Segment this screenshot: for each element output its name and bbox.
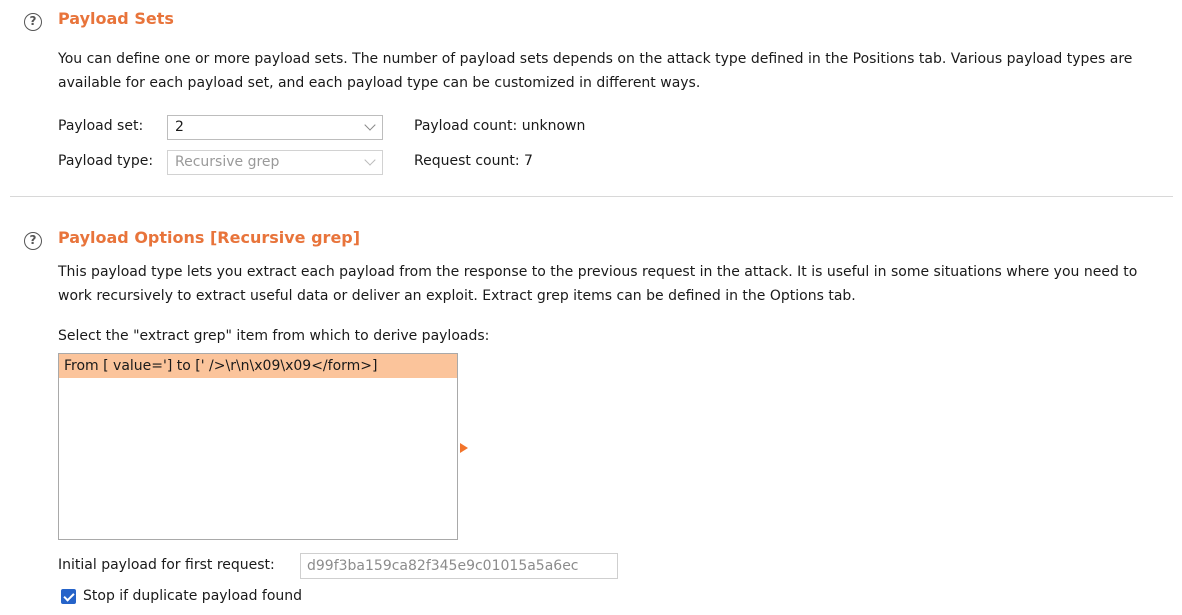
chevron-down-icon bbox=[364, 119, 376, 131]
payload-count: Payload count: unknown bbox=[414, 118, 586, 134]
stop-duplicate-label: Stop if duplicate payload found bbox=[83, 588, 303, 604]
request-count: Request count: 7 bbox=[414, 153, 533, 169]
payload-set-select[interactable]: 2 bbox=[167, 115, 383, 140]
payload-set-label: Payload set: bbox=[58, 118, 144, 134]
extract-grep-label: Select the "extract grep" item from whic… bbox=[58, 328, 490, 344]
help-icon[interactable]: ? bbox=[24, 13, 42, 31]
payload-sets-description: You can define one or more payload sets.… bbox=[58, 51, 1133, 91]
payload-type-value: Recursive grep bbox=[175, 154, 280, 170]
payload-type-select[interactable]: Recursive grep bbox=[167, 150, 383, 175]
payload-options-description: This payload type lets you extract each … bbox=[58, 264, 1138, 304]
payload-sets-title: Payload Sets bbox=[58, 9, 174, 28]
payload-set-value: 2 bbox=[175, 119, 184, 135]
initial-payload-input[interactable]: d99f3ba159ca82f345e9c01015a5a6ec bbox=[300, 553, 618, 579]
chevron-down-icon bbox=[364, 154, 376, 166]
initial-payload-label: Initial payload for first request: bbox=[58, 557, 275, 573]
extract-grep-list[interactable]: From [ value='] to [' />\r\n\x09\x09</fo… bbox=[58, 353, 458, 540]
help-icon[interactable]: ? bbox=[24, 232, 42, 250]
payload-type-label: Payload type: bbox=[58, 153, 154, 169]
expand-arrow-icon[interactable] bbox=[460, 443, 468, 453]
section-divider bbox=[10, 196, 1173, 197]
list-item[interactable]: From [ value='] to [' />\r\n\x09\x09</fo… bbox=[59, 354, 457, 378]
stop-duplicate-checkbox[interactable] bbox=[61, 589, 76, 604]
payload-options-title: Payload Options [Recursive grep] bbox=[58, 228, 361, 247]
